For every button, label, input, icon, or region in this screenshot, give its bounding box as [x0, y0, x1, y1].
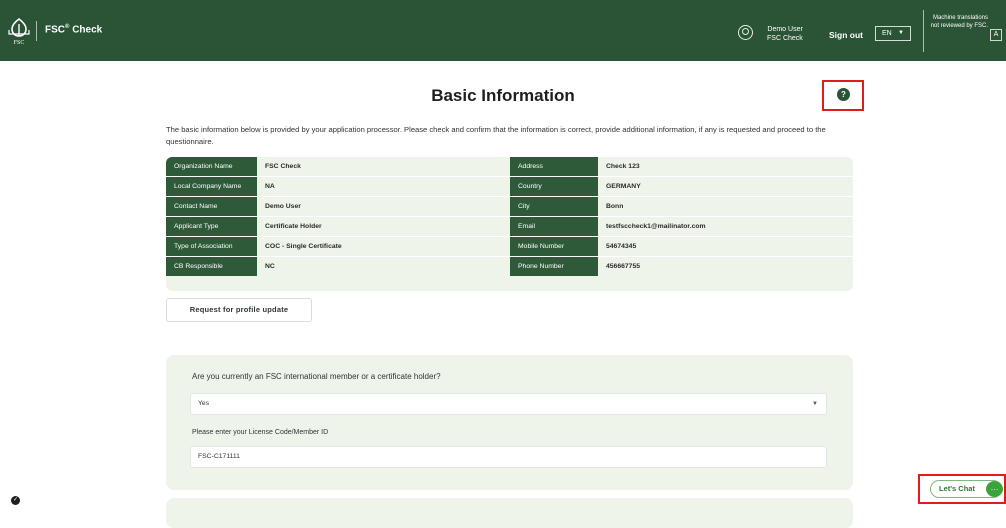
help-icon[interactable]: ? [837, 88, 850, 101]
info-label: CB Responsible [166, 257, 257, 276]
info-label: Organization Name [166, 157, 257, 176]
app-title[interactable]: FSC® Check [45, 24, 102, 35]
machine-translation-note: Machine translations not reviewed by FSC… [930, 15, 988, 29]
membership-select[interactable]: Yes ▼ [190, 393, 827, 415]
info-label: Applicant Type [166, 217, 257, 236]
info-label: Local Company Name [166, 177, 257, 196]
lets-chat-label[interactable]: Let's Chat [939, 484, 975, 493]
info-value: 54674345 [606, 243, 637, 250]
language-value: EN [882, 30, 892, 37]
intro-text: The basic information below is provided … [166, 125, 826, 146]
info-label: Address [510, 157, 598, 176]
license-code-label: Please enter your License Code/Member ID [192, 429, 329, 436]
table-row: Type of Association COC - Single Certifi… [166, 237, 853, 256]
info-value: FSC Check [265, 163, 301, 170]
registered-mark: ® [65, 24, 70, 30]
chevron-down-icon: ▼ [898, 30, 904, 36]
info-label: Country [510, 177, 598, 196]
info-label: Mobile Number [510, 237, 598, 256]
user-org: FSC Check [767, 35, 803, 42]
table-row: CB Responsible NC Phone Number 456667755 [166, 257, 853, 276]
info-value: 456667755 [606, 263, 641, 270]
app-name-suffix: Check [72, 24, 103, 36]
info-label: Contact Name [166, 197, 257, 216]
info-value: Demo User [265, 203, 301, 210]
membership-select-value: Yes [198, 400, 210, 407]
sign-out-link[interactable]: Sign out [829, 30, 863, 40]
info-value: GERMANY [606, 183, 641, 190]
info-label: Phone Number [510, 257, 598, 276]
chat-bubble-icon[interactable]: … [986, 481, 1003, 497]
info-value: COC - Single Certificate [265, 243, 342, 250]
table-row: Organization Name FSC Check Address Chec… [166, 157, 853, 176]
info-label: City [510, 197, 598, 216]
question-text: Are you currently an FSC international m… [192, 372, 441, 381]
user-avatar-icon[interactable] [738, 25, 753, 40]
logo-text: FSC [14, 40, 25, 46]
app-name: FSC [45, 24, 65, 36]
request-profile-update-button[interactable]: Request for profile update [166, 298, 312, 322]
info-value: Check 123 [606, 163, 640, 170]
license-code-input[interactable]: FSC-C171111 [190, 446, 827, 468]
language-select[interactable]: EN ▼ [875, 26, 911, 41]
chevron-down-icon: ▼ [812, 401, 818, 407]
header-divider [923, 10, 924, 52]
shield-icon[interactable]: ✓ [11, 496, 20, 505]
user-info[interactable]: Demo User FSC Check [767, 25, 803, 43]
info-value: Certificate Holder [265, 223, 322, 230]
translate-icon[interactable]: A [990, 29, 1002, 41]
fsc-logo-icon[interactable]: FSC [6, 16, 32, 46]
info-label: Type of Association [166, 237, 257, 256]
info-value: Bonn [606, 203, 624, 210]
info-value: testfsccheck1@mailinator.com [606, 223, 706, 230]
next-question-panel [166, 498, 853, 528]
info-label: Email [510, 217, 598, 236]
user-name: Demo User [767, 26, 803, 33]
table-row: Contact Name Demo User City Bonn [166, 197, 853, 216]
info-value: NA [265, 183, 275, 190]
logo-divider [36, 21, 37, 41]
table-row: Applicant Type Certificate Holder Email … [166, 217, 853, 236]
basic-info-table: Organization Name FSC Check Address Chec… [166, 157, 853, 291]
info-value: NC [265, 263, 275, 270]
top-header: FSC FSC® Check Demo User FSC Check Sign … [0, 0, 1006, 61]
table-row: Local Company Name NA Country GERMANY [166, 177, 853, 196]
